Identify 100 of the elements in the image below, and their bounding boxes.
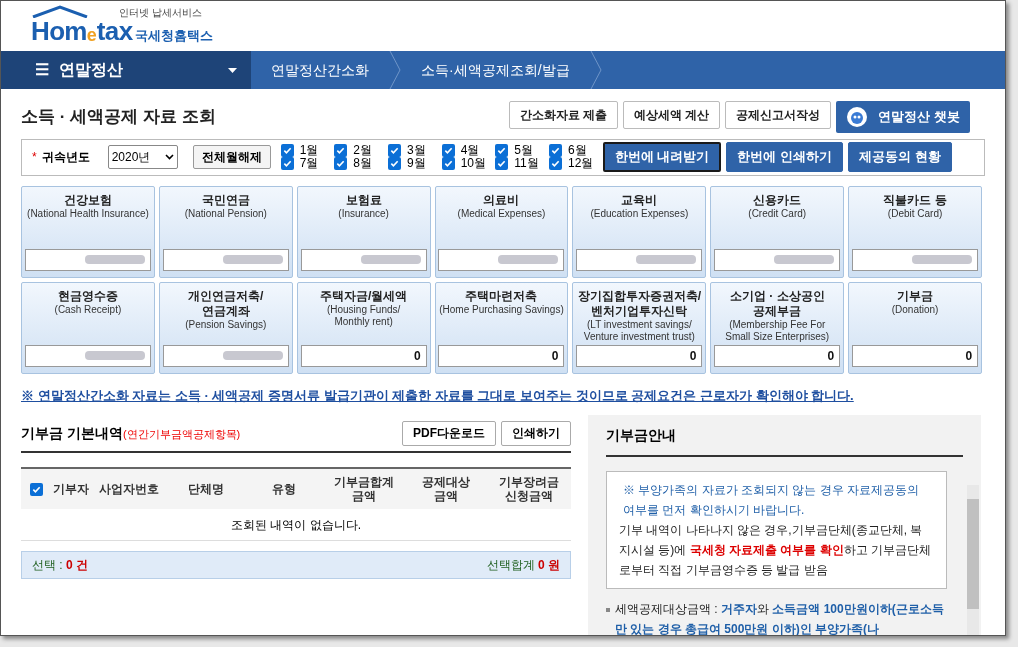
column-header: 유형 — [270, 482, 297, 496]
caret-icon — [228, 67, 237, 73]
amount-field[interactable] — [438, 248, 565, 271]
deduction-card[interactable]: 보험료 (Insurance) — [296, 185, 431, 278]
card-title: 장기집합투자증권저축/ 벤처기업투자신탁 — [577, 288, 701, 319]
deduction-card[interactable]: 주택마련저축 (Home Purchasing Savings) 0 — [434, 281, 569, 374]
card-subtitle: (Home Purchasing Savings) — [439, 303, 564, 316]
deduction-card[interactable]: 소기업 · 소상공인 공제부금 (Membership Fee For Small Size Enterprises) 0 — [710, 281, 845, 374]
deduction-card[interactable]: 주택자금/월세액 (Housing Funds/ Monthly rent) 0 — [296, 281, 431, 374]
amount-field[interactable] — [714, 248, 841, 271]
column-header: 기부금합계 금액 — [332, 475, 395, 503]
deduction-card[interactable]: 개인연금저축/ 연금계좌 (Pension Savings) — [158, 281, 293, 374]
column-header: 기부장려금 신청금액 — [497, 475, 560, 503]
bulk-action-button[interactable]: 한번에 인쇄하기 — [726, 142, 843, 173]
amount-value: 0 — [551, 347, 559, 365]
toggle-months-button[interactable]: 전체월해제 — [192, 145, 271, 170]
month-checkbox[interactable] — [495, 157, 509, 171]
month-checkbox[interactable] — [280, 157, 294, 171]
month-checkbox[interactable] — [549, 144, 562, 158]
amount-field[interactable]: 0 — [714, 344, 841, 367]
card-subtitle: (Insurance) — [338, 207, 389, 220]
amount-field[interactable]: 0 — [852, 344, 979, 367]
card-subtitle: (Credit Card) — [748, 207, 807, 220]
amount-field[interactable]: 0 — [576, 344, 703, 367]
month-checkbox[interactable] — [334, 144, 348, 158]
deduction-card[interactable]: 신용카드 (Credit Card) — [710, 185, 845, 278]
month-checkbox[interactable] — [280, 144, 294, 158]
card-title: 직불카드 등 — [883, 192, 947, 208]
house-roof-icon — [31, 4, 89, 18]
year-select[interactable]: 2020년 — [107, 145, 178, 170]
section-button[interactable]: 인쇄하기 — [501, 420, 571, 446]
notice-link[interactable]: ※ 연말정산간소화 자료는 소득 · 세액공제 증명서류 발급기관이 제출한 자료를 그대로 보여주는 것이므로 공제요건은 근로자가 확인해야 합니다. — [21, 385, 985, 405]
breadcrumb-link[interactable]: 소득·세액공제조회/발급 — [401, 59, 590, 81]
column-header: 단체명 — [187, 482, 225, 496]
month-label: 9월 — [407, 157, 426, 171]
section-button[interactable]: PDF다운로드 — [402, 420, 496, 446]
month-label: 4월 — [460, 144, 480, 158]
amount-field[interactable] — [24, 248, 151, 271]
bulk-action-button[interactable]: 한번에 내려받기 — [602, 142, 722, 173]
month-checkbox[interactable] — [441, 157, 455, 171]
amount-field[interactable] — [300, 248, 427, 271]
amount-field[interactable] — [162, 344, 289, 367]
deduction-card[interactable]: 국민연금 (National Pension) — [158, 185, 293, 278]
amount-value: 0 — [689, 347, 697, 365]
amount-field[interactable]: 0 — [300, 344, 427, 367]
select-all-checkbox[interactable] — [29, 482, 43, 496]
month-checkbox[interactable] — [388, 157, 401, 171]
deduction-card[interactable]: 의료비 (Medical Expenses) — [434, 185, 569, 278]
month-label: 10월 — [460, 157, 487, 171]
card-title: 주택마련저축 — [465, 288, 538, 304]
card-subtitle: (Debit Card) — [887, 207, 943, 220]
column-header: 공제대상 금액 — [421, 475, 471, 503]
deduction-card[interactable]: 교육비 (Education Expenses) — [572, 185, 707, 278]
action-button[interactable]: 공제신고서작성 — [725, 101, 832, 129]
deduction-card[interactable]: 기부금 (Donation) 0 — [848, 281, 982, 374]
scrollbar[interactable] — [967, 485, 979, 635]
card-title: 주택자금/월세액 — [319, 288, 408, 304]
amount-value: 0 — [413, 347, 421, 365]
amount-field[interactable]: 0 — [438, 344, 565, 367]
card-subtitle: (Pension Savings) — [185, 318, 267, 331]
card-subtitle: (National Pension) — [184, 207, 267, 220]
required-mark: * — [32, 149, 37, 167]
amount-field[interactable] — [162, 248, 289, 271]
card-title: 교육비 — [621, 192, 658, 208]
month-checkbox[interactable] — [549, 157, 562, 171]
bullet-mark — [606, 608, 610, 612]
amount-field[interactable] — [24, 344, 151, 367]
month-checkbox[interactable] — [334, 157, 348, 171]
action-button[interactable]: 예상세액 계산 — [623, 101, 721, 129]
month-checkbox[interactable] — [388, 144, 401, 158]
deduction-card[interactable]: 건강보험 (National Health Insurance) — [21, 185, 155, 278]
bulk-action-button[interactable]: 제공동의 현황 — [847, 142, 952, 173]
robot-icon — [846, 106, 869, 128]
deduction-card[interactable]: 현금영수증 (Cash Receipt) — [21, 281, 155, 374]
guide-title: 기부금안내 — [606, 415, 963, 457]
empty-message: 조회된 내역이 없습니다. — [21, 509, 571, 541]
amount-value: 0 — [965, 347, 973, 365]
deduction-card[interactable]: 직불카드 등 (Debit Card) — [848, 185, 982, 278]
card-subtitle: (National Health Insurance) — [27, 207, 149, 220]
chevron-down-icon — [164, 154, 174, 161]
card-title: 개인연금저축/ 연금계좌 — [188, 288, 264, 319]
amount-value: 0 — [827, 347, 835, 365]
card-title: 신용카드 — [753, 192, 802, 208]
breadcrumb-link[interactable]: 연말정산간소화 — [251, 59, 389, 81]
chatbot-button[interactable]: 연말정산 챗봇 — [836, 101, 970, 133]
month-checkbox[interactable] — [495, 144, 509, 158]
card-title: 소기업 · 소상공인 공제부금 — [729, 288, 825, 319]
card-subtitle: (LT investment savings/ Venture investment trust) — [583, 318, 695, 343]
month-checkbox[interactable] — [441, 144, 455, 158]
card-title: 기부금 — [897, 288, 934, 304]
action-button[interactable]: 간소화자료 제출 — [508, 101, 619, 129]
card-subtitle: (Membership Fee For Small Size Enterprises) — [725, 318, 830, 343]
amount-field[interactable] — [576, 248, 703, 271]
month-label: 6월 — [568, 144, 587, 158]
guide-bullet: 세액공제대상금액 : 거주자와 소득금액 100만원이하(근로소득만 있는 경우 총급여 500만원 이하)인 부양가족(나 — [615, 601, 945, 635]
menu-dropdown[interactable]: ☰ 연말정산 — [1, 51, 251, 90]
deduction-card[interactable]: 장기집합투자증권저축/ 벤처기업투자신탁 (LT investment savings/ Venture investment trust) 0 — [572, 281, 707, 374]
card-subtitle: (Cash Receipt) — [54, 303, 122, 316]
hometax-logo[interactable]: Hometax국세청홈택스 — [31, 17, 214, 44]
amount-field[interactable] — [852, 248, 979, 271]
